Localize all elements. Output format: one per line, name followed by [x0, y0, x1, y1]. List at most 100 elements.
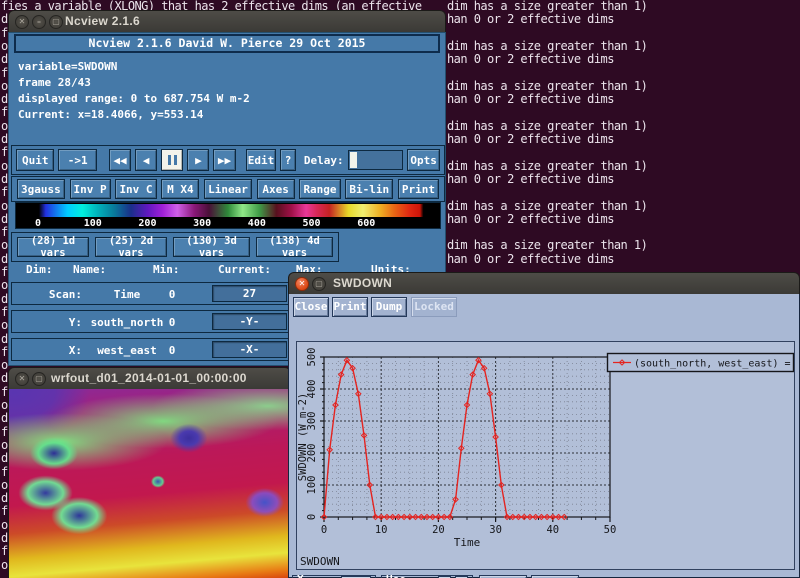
minimize-icon[interactable]: –	[32, 15, 46, 29]
close-icon[interactable]: ✕	[295, 277, 309, 291]
swdown-titlebar[interactable]: ✕ ▢ SWDOWN	[288, 272, 800, 294]
colormap-button[interactable]: 3gauss	[17, 179, 65, 199]
terminal-line: han 0 or 2 effective dims	[447, 133, 614, 146]
plot-panel[interactable]: 010203040500100200300400500SWDOWN (W m-2…	[296, 341, 795, 570]
close-icon[interactable]: ✕	[15, 15, 29, 29]
colorbar-tick: 500	[302, 218, 320, 229]
svg-text:50: 50	[604, 524, 617, 536]
invert-p-button[interactable]: Inv P	[70, 179, 111, 199]
terminal-line: han 0 or 2 effective dims	[447, 173, 614, 186]
maximize-icon[interactable]: ▢	[32, 372, 46, 386]
svg-text:(south_north, west_east) = (35: (south_north, west_east) = (35, 54)	[634, 359, 794, 370]
terminal-line: dim has a size greater than 1)	[447, 80, 647, 93]
terminal-line: o	[1, 359, 8, 372]
terminal-line: han 0 or 2 effective dims	[447, 253, 614, 266]
maximize-icon[interactable]: ▢	[49, 15, 63, 29]
terminal-line: f	[1, 186, 8, 199]
dim-label: Scan:	[12, 288, 82, 301]
terminal-line: f	[1, 306, 8, 319]
dump-button[interactable]: Dump	[371, 297, 407, 317]
ncview-titlebar[interactable]: ✕ – ▢ Ncview 2.1.6	[8, 10, 446, 32]
terminal-line: o	[1, 239, 8, 252]
current-coords-label: Current: x=18.4066, y=553.14	[18, 108, 203, 121]
terminal-line: o	[1, 160, 8, 173]
variable-label: variable=SWDOWN	[18, 60, 117, 73]
terminal-line: d	[1, 213, 8, 226]
maximize-icon[interactable]: ▢	[312, 277, 326, 291]
terminal-line: o	[1, 120, 8, 133]
terminal-line: f	[1, 27, 8, 40]
terminal-line: d	[1, 532, 8, 545]
col-header-name: Name:	[73, 263, 106, 276]
dim-current-value[interactable]: -Y-	[212, 313, 287, 330]
field-raster-image[interactable]	[8, 389, 291, 578]
terminal-line: dim has a size greater than 1)	[447, 160, 647, 173]
dim-current-value[interactable]: -X-	[212, 341, 287, 358]
window-title: SWDOWN	[333, 276, 392, 290]
fast-forward-icon[interactable]: ▶▶	[213, 149, 235, 171]
terminal-line: d	[1, 412, 8, 425]
svg-text:500: 500	[306, 348, 318, 367]
delay-input[interactable]	[348, 150, 404, 170]
terminal-line: d	[1, 13, 8, 26]
terminal-line: dim has a size greater than 1)	[447, 40, 647, 53]
terminal-line: han 0 or 2 effective dims	[447, 213, 614, 226]
vars-3d-button[interactable]: (130) 3d vars	[173, 237, 250, 257]
terminal-line: d	[1, 133, 8, 146]
svg-text:10: 10	[375, 524, 388, 536]
print-button[interactable]: Print	[398, 179, 439, 199]
edit-button[interactable]: Edit	[246, 149, 277, 171]
transport-toolbar: Quit ->1 ◀◀ ◀ ▶ ▶▶ Edit ? Delay: Opts	[11, 145, 445, 175]
terminal-line: o	[1, 519, 8, 532]
goto-frame-1-button[interactable]: ->1	[58, 149, 96, 171]
print-button[interactable]: Print	[332, 297, 368, 317]
terminal-line: o	[1, 80, 8, 93]
step-forward-icon[interactable]: ▶	[187, 149, 209, 171]
vars-4d-button[interactable]: (138) 4d vars	[256, 237, 333, 257]
window-title: wrfout_d01_2014-01-01_00:00:00	[51, 371, 247, 385]
close-button[interactable]: Close	[293, 297, 329, 317]
terminal-line: d	[1, 333, 8, 346]
colorbar-tick: 400	[248, 218, 266, 229]
quit-button[interactable]: Quit	[16, 149, 54, 171]
vars-1d-button[interactable]: (28) 1d vars	[17, 237, 89, 257]
terminal-line: han 0 or 2 effective dims	[447, 13, 614, 26]
swdown-plot-window: ✕ ▢ SWDOWN Close Print Dump Locked 01020…	[288, 272, 800, 578]
bilinear-button[interactable]: Bi-lin	[345, 179, 393, 199]
vars-toolbar: (28) 1d vars (25) 2d vars (130) 3d vars …	[11, 232, 339, 262]
vars-2d-button[interactable]: (25) 2d vars	[95, 237, 167, 257]
linear-button[interactable]: Linear	[204, 179, 252, 199]
terminal-line: o	[1, 279, 8, 292]
help-button[interactable]: ?	[280, 149, 295, 171]
terminal-line: o	[1, 40, 8, 53]
terminal-line: f	[1, 146, 8, 159]
dim-min: 0	[152, 288, 192, 301]
locked-button[interactable]: Locked	[411, 297, 457, 317]
terminal-line: f	[1, 346, 8, 359]
terminal-line: dim has a size greater than 1)	[447, 120, 647, 133]
delay-label: Delay:	[304, 154, 344, 167]
terminal-line: d	[1, 93, 8, 106]
dim-current-value[interactable]: 27	[212, 285, 287, 302]
wrfout-window: ✕ ▢ wrfout_d01_2014-01-01_00:00:00	[8, 367, 291, 578]
invert-c-button[interactable]: Inv C	[115, 179, 156, 199]
terminal-line: dim has a size greater than 1)	[447, 200, 647, 213]
terminal-line: f	[1, 426, 8, 439]
axes-button[interactable]: Axes	[257, 179, 295, 199]
wrfout-titlebar[interactable]: ✕ ▢ wrfout_d01_2014-01-01_00:00:00	[8, 367, 291, 389]
terminal-line: o	[1, 399, 8, 412]
rewind-icon[interactable]: ◀◀	[109, 149, 131, 171]
colorbar[interactable]: 0 100 200 300 400 500 600	[15, 202, 441, 229]
terminal-line: d	[1, 253, 8, 266]
terminal-line: d	[1, 492, 8, 505]
terminal-line: f	[1, 266, 8, 279]
range-button[interactable]: Range	[299, 179, 340, 199]
terminal-line: o	[1, 479, 8, 492]
col-header-current: Current:	[218, 263, 271, 276]
pause-icon[interactable]	[161, 149, 183, 171]
step-back-icon[interactable]: ◀	[135, 149, 157, 171]
terminal-line: f	[1, 466, 8, 479]
close-icon[interactable]: ✕	[15, 372, 29, 386]
magnify-button[interactable]: M X4	[161, 179, 199, 199]
opts-button[interactable]: Opts	[407, 149, 440, 171]
